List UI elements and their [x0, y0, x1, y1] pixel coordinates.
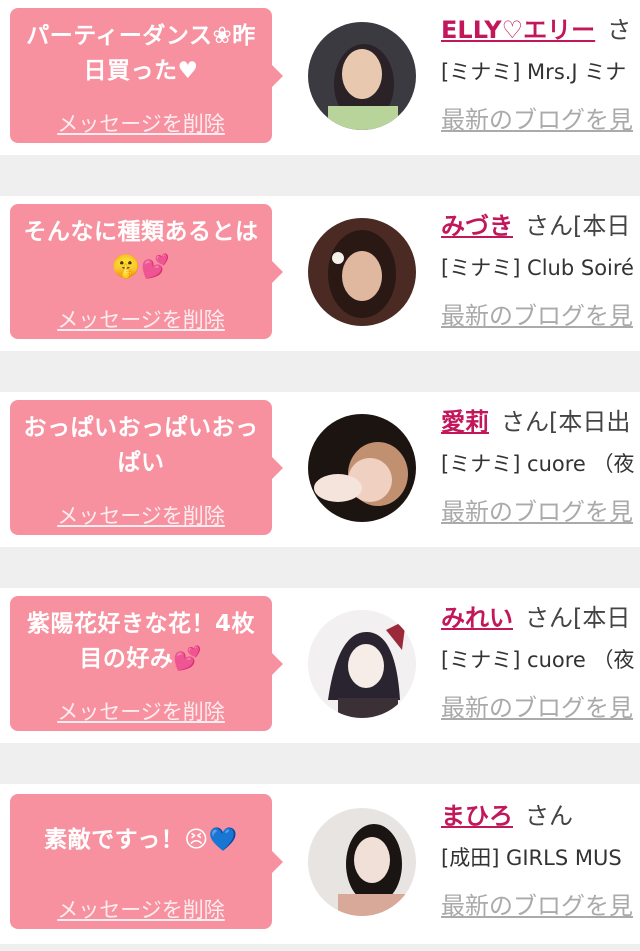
cast-name-link[interactable]: ELLY♡エリー — [441, 16, 595, 44]
latest-blog-link[interactable]: 最新のブログを見 — [441, 490, 635, 534]
delete-message-link[interactable]: メッセージを削除 — [57, 500, 225, 530]
avatar[interactable] — [308, 610, 416, 718]
message-bubble: そんなに種類あるとは🤫💕 メッセージを削除 — [10, 204, 283, 339]
message-text: 紫陽花好きな花！4枚目の好み💕 — [26, 611, 255, 672]
avatar[interactable] — [308, 414, 416, 522]
delete-message-link[interactable]: メッセージを削除 — [57, 894, 225, 924]
latest-blog-link[interactable]: 最新のブログを見 — [441, 98, 633, 142]
honorific-text: さ — [607, 16, 632, 44]
avatar[interactable] — [308, 808, 416, 916]
shop-name: [ミナミ] Club Soiré — [441, 256, 634, 280]
honorific-text: さん[本日出 — [501, 408, 631, 436]
message-bubble: 素敵ですっ！😣💙 メッセージを削除 — [10, 794, 283, 929]
message-text: おっぱいおっぱいおっぱい — [23, 415, 259, 476]
list-item: 素敵ですっ！😣💙 メッセージを削除 まひろ さん [成田] GIRLS MUS 最… — [0, 784, 640, 944]
cast-name-link[interactable]: みれい — [441, 604, 513, 632]
list-item: そんなに種類あるとは🤫💕 メッセージを削除 みづき さん[本日 [ミナミ] Clu… — [0, 196, 640, 351]
avatar[interactable] — [308, 218, 416, 326]
latest-blog-link[interactable]: 最新のブログを見 — [441, 686, 635, 730]
delete-message-link[interactable]: メッセージを削除 — [57, 696, 225, 726]
honorific-text: さん[本日 — [525, 212, 631, 240]
latest-blog-link[interactable]: 最新のブログを見 — [441, 294, 634, 338]
honorific-text: さん — [525, 802, 573, 830]
message-bubble: おっぱいおっぱいおっぱい メッセージを削除 — [10, 400, 283, 535]
avatar[interactable] — [308, 22, 416, 130]
favorite-list: パーティーダンス❀昨日買った♥ メッセージを削除 ELLY♡エリーさ [ミナミ]… — [0, 0, 640, 951]
honorific-text: さん[本日 — [525, 604, 631, 632]
message-text: そんなに種類あるとは🤫💕 — [23, 219, 259, 280]
message-bubble: 紫陽花好きな花！4枚目の好み💕 メッセージを削除 — [10, 596, 283, 731]
cast-name-link[interactable]: みづき — [441, 212, 513, 240]
shop-name: [ミナミ] Mrs.J ミナ — [441, 60, 627, 84]
message-bubble: パーティーダンス❀昨日買った♥ メッセージを削除 — [10, 8, 283, 143]
list-item: 紫陽花好きな花！4枚目の好み💕 メッセージを削除 みれい さん[本日 [ミナミ] … — [0, 588, 640, 743]
message-text: パーティーダンス❀昨日買った♥ — [26, 23, 256, 84]
shop-name: [ミナミ] cuore （夜 — [441, 648, 635, 672]
list-item: おっぱいおっぱいおっぱい メッセージを削除 愛莉 さん[本日出 [ミナミ] cuo… — [0, 392, 640, 547]
cast-name-link[interactable]: 愛莉 — [441, 408, 489, 436]
cast-name-link[interactable]: まひろ — [441, 802, 513, 830]
message-text: 素敵ですっ！😣💙 — [44, 826, 238, 853]
delete-message-link[interactable]: メッセージを削除 — [57, 304, 225, 334]
list-item: パーティーダンス❀昨日買った♥ メッセージを削除 ELLY♡エリーさ [ミナミ]… — [0, 0, 640, 155]
latest-blog-link[interactable]: 最新のブログを見 — [441, 884, 633, 928]
delete-message-link[interactable]: メッセージを削除 — [57, 108, 225, 138]
shop-name: [ミナミ] cuore （夜 — [441, 452, 635, 476]
shop-name: [成田] GIRLS MUS — [441, 846, 622, 870]
